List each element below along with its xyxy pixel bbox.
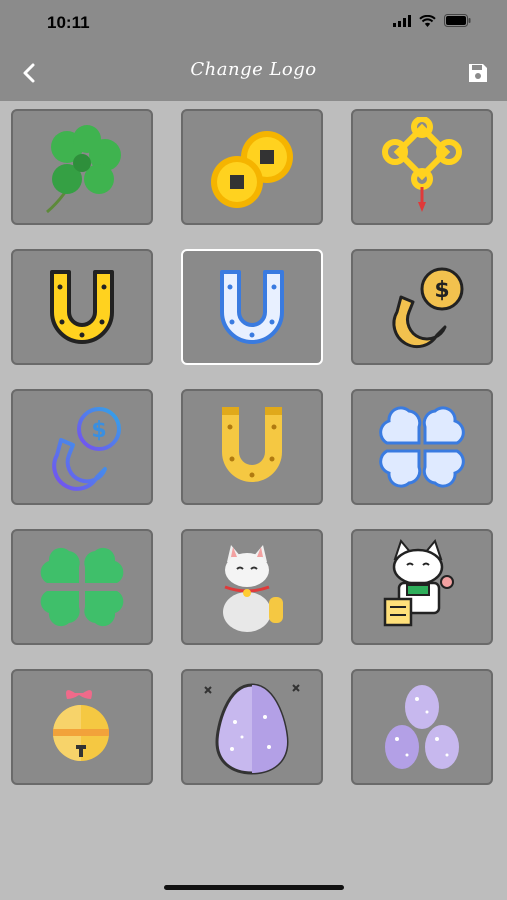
save-button[interactable] xyxy=(467,62,489,84)
logo-tile-purple-egg[interactable] xyxy=(181,669,323,785)
purple-egg-icon xyxy=(204,683,300,775)
logo-tile-gold-horseshoe[interactable] xyxy=(11,249,153,365)
logo-tile-flat-gold-horseshoe[interactable] xyxy=(181,389,323,505)
logo-tile-bell[interactable] xyxy=(11,669,153,785)
logo-tile-chinese-knot[interactable] xyxy=(351,109,493,225)
flat-gold-horseshoe-icon xyxy=(222,407,282,482)
gradient-horseshoe-coin-icon: $ xyxy=(52,407,121,491)
bell-icon xyxy=(53,690,109,761)
logo-tile-three-eggs[interactable] xyxy=(351,669,493,785)
home-indicator[interactable] xyxy=(164,885,344,890)
horseshoe-coin-icon: $ xyxy=(392,267,464,349)
three-eggs-icon xyxy=(385,685,459,769)
gold-horseshoe-icon xyxy=(50,270,114,344)
logo-tile-lucky-cat[interactable] xyxy=(181,529,323,645)
blue-horseshoe-icon xyxy=(220,270,284,344)
status-icons xyxy=(393,14,471,27)
chinese-knot-icon xyxy=(382,117,462,212)
lucky-cat-icon xyxy=(223,545,283,632)
status-bar: 10:11 xyxy=(0,0,507,44)
status-time: 10:11 xyxy=(47,13,90,32)
logo-tile-lucky-cat-cash[interactable] xyxy=(351,529,493,645)
svg-text:$: $ xyxy=(91,418,106,443)
blue-clover-icon xyxy=(379,406,465,488)
green-clover-icon xyxy=(40,547,124,627)
four-leaf-clover-icon xyxy=(46,125,121,214)
logo-tile-gold-coins[interactable] xyxy=(181,109,323,225)
floppy-disk-icon xyxy=(469,64,487,82)
page-title: Change Logo xyxy=(190,59,317,80)
signal-icon xyxy=(393,14,411,27)
logo-tile-horseshoe-coin[interactable]: $ xyxy=(351,249,493,365)
navigation-bar: Change Logo xyxy=(0,44,507,101)
logo-tile-green-clover[interactable] xyxy=(11,529,153,645)
logo-tile-gradient-horseshoe-coin[interactable]: $ xyxy=(11,389,153,505)
battery-icon xyxy=(444,14,471,27)
gold-coins-icon xyxy=(211,131,293,208)
logo-tile-blue-clover[interactable] xyxy=(351,389,493,505)
svg-text:$: $ xyxy=(434,278,449,303)
lucky-cat-cash-icon xyxy=(383,538,454,627)
logo-tile-four-leaf-clover[interactable] xyxy=(11,109,153,225)
wifi-icon xyxy=(419,14,436,27)
logo-tile-blue-horseshoe[interactable] xyxy=(181,249,323,365)
